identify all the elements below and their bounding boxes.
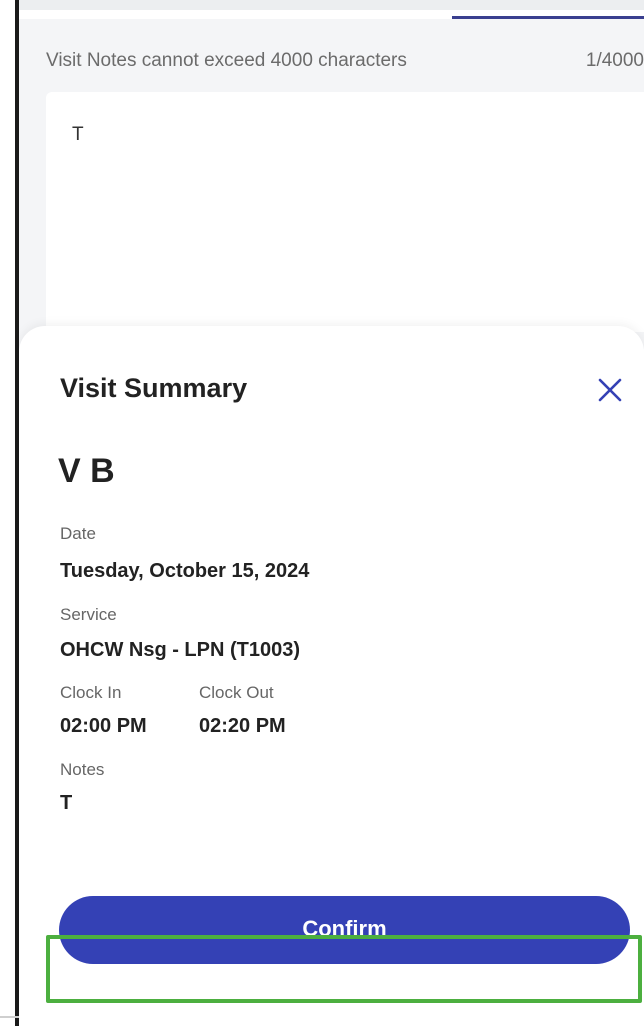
notes-value: T — [60, 792, 73, 814]
bottom-divider — [0, 1016, 19, 1018]
sheet-title: Visit Summary — [60, 373, 248, 403]
date-value: Tuesday, October 15, 2024 — [60, 560, 310, 582]
confirm-button[interactable]: Confirm — [59, 896, 630, 964]
clock-out-value: 02:20 PM — [199, 715, 286, 737]
clock-out-label: Clock Out — [199, 683, 274, 702]
service-label: Service — [60, 605, 117, 624]
clock-in-label: Clock In — [60, 683, 122, 702]
clock-in-value: 02:00 PM — [60, 715, 147, 737]
close-icon[interactable] — [596, 376, 624, 404]
notes-textarea[interactable] — [46, 92, 644, 332]
notes-char-counter: 1/4000 — [585, 50, 644, 71]
notes-label: Notes — [60, 760, 105, 779]
client-name: V B — [58, 452, 115, 490]
service-value: OHCW Nsg - LPN (T1003) — [60, 639, 301, 661]
notes-limit-hint: Visit Notes cannot exceed 4000 character… — [46, 50, 407, 71]
top-strip — [19, 0, 644, 10]
app-frame: Visit Notes cannot exceed 4000 character… — [0, 0, 644, 1026]
notes-textarea-value: T — [72, 124, 84, 145]
date-label: Date — [60, 524, 96, 543]
